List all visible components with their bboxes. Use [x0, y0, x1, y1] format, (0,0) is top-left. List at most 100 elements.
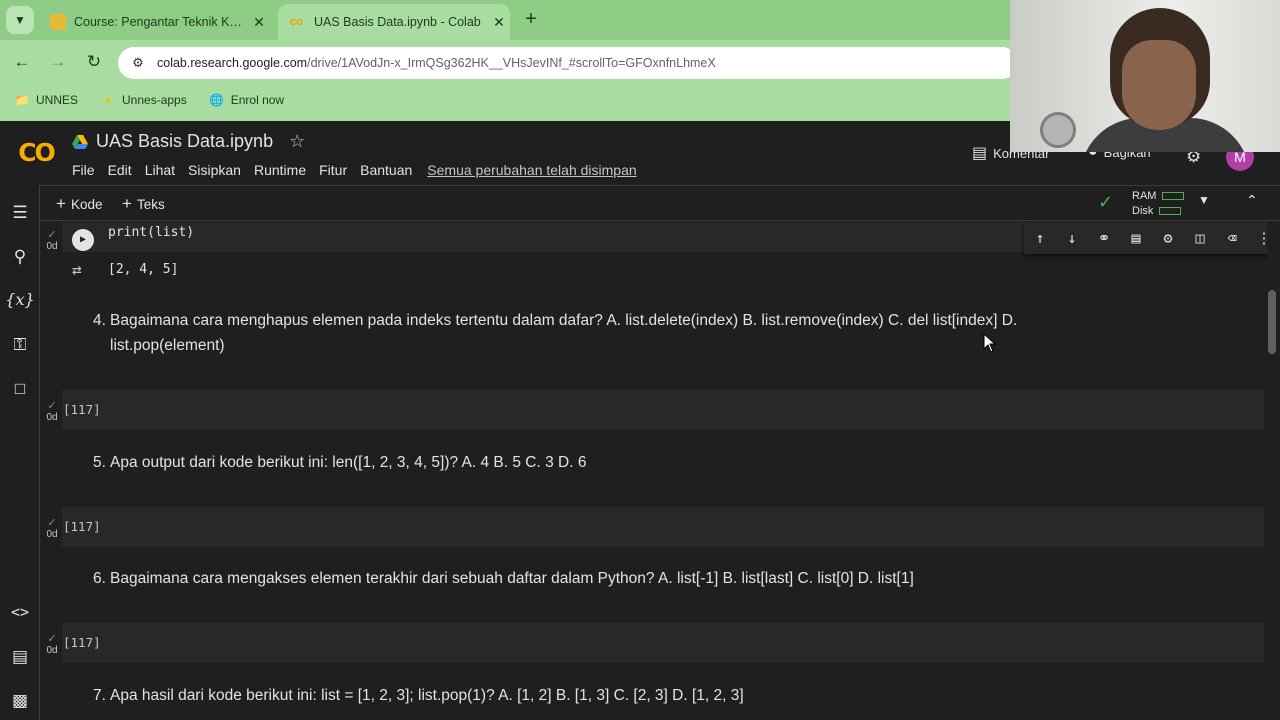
colab-logo[interactable]: CO: [14, 137, 58, 167]
bookmarks-bar: 📁 UNNES ● Unnes-apps 🌐 Enrol now: [0, 88, 1010, 112]
back-button[interactable]: ←: [10, 50, 34, 74]
close-icon[interactable]: ✕: [250, 14, 268, 31]
notebook-title[interactable]: UAS Basis Data.ipynb: [96, 131, 273, 152]
table-of-contents-icon[interactable]: ☰: [0, 203, 40, 223]
command-palette-icon[interactable]: ▤: [0, 647, 40, 667]
cell-toolbar: ↑ ↓ ⚭ ▤ ⚙ ◫ ⌫ ⋮: [1024, 222, 1267, 254]
menu-help[interactable]: Bantuan: [360, 162, 412, 178]
run-cell-button[interactable]: ▶: [72, 229, 94, 251]
reload-button[interactable]: ↻: [82, 50, 106, 74]
bookmark-unnes-apps[interactable]: ● Unnes-apps: [100, 93, 187, 107]
collapse-header-icon[interactable]: ⌃: [1246, 192, 1258, 209]
cell-status: ✓ 0d: [41, 633, 63, 657]
bookmark-label: UNNES: [36, 93, 79, 107]
mouse-cursor-icon: [983, 333, 997, 353]
address-bar[interactable]: ⚙ colab.research.google.com/drive/1AVodJ…: [118, 47, 1018, 79]
close-icon[interactable]: ✕: [490, 14, 508, 31]
star-icon[interactable]: ☆: [289, 131, 305, 152]
notebook-content: ✓ 0d ▶ print(list) ↑ ↓ ⚭ ▤ ⚙ ◫ ⌫ ⋮ ⇄ [2, …: [41, 222, 1267, 720]
question-number: 4.: [93, 312, 106, 329]
cell-status: ✓ 0d: [41, 517, 63, 541]
add-text-button[interactable]: + Teks: [122, 194, 165, 214]
success-check-icon: ✓: [47, 400, 57, 412]
move-down-icon[interactable]: ↓: [1059, 229, 1085, 247]
question-number: 5.: [93, 454, 106, 471]
bookmark-unnes[interactable]: 📁 UNNES: [14, 93, 79, 107]
code-cell[interactable]: [117]: [62, 623, 1264, 663]
plus-icon: +: [122, 194, 132, 213]
left-rail: ☰ ⚲ {x} ⚿ □ <> ▤ ▩: [0, 185, 40, 720]
cell-status: ✓ 0d: [41, 400, 63, 424]
plus-icon: +: [56, 194, 66, 213]
menu-file[interactable]: File: [72, 162, 95, 178]
output-text: [2, 4, 5]: [108, 262, 179, 277]
runtime-dropdown-icon[interactable]: ▼: [1198, 193, 1210, 207]
ram-label: RAM: [1132, 190, 1157, 202]
comment-icon[interactable]: ▤: [1123, 229, 1149, 247]
bookmark-label: Enrol now: [230, 93, 285, 107]
terminal-icon[interactable]: ▩: [0, 691, 40, 711]
execution-count: [117]: [63, 402, 101, 417]
success-check-icon: ✓: [47, 517, 57, 529]
folder-icon: 📁: [14, 93, 30, 107]
text-cell-question-4[interactable]: 4. Bagaimana cara menghapus elemen pada i…: [93, 308, 1243, 358]
search-icon[interactable]: ⚲: [0, 247, 40, 267]
move-up-icon[interactable]: ↑: [1027, 229, 1053, 247]
mirror-cell-icon[interactable]: ◫: [1187, 229, 1213, 247]
link-icon[interactable]: ⚭: [1091, 229, 1117, 247]
variables-icon[interactable]: {x}: [0, 290, 40, 309]
code-cell[interactable]: [117]: [62, 390, 1264, 430]
cell-status: ✓ 0d: [41, 230, 63, 253]
add-code-button[interactable]: + Kode: [56, 194, 102, 214]
vertical-scrollbar[interactable]: [1268, 290, 1276, 354]
webcam-fan: [1040, 112, 1076, 148]
bookmark-enrol-now[interactable]: 🌐 Enrol now: [209, 93, 284, 107]
menu-tools[interactable]: Fitur: [319, 162, 347, 178]
question-number: 7.: [93, 687, 106, 704]
notebook-toolbar: + Kode + Teks ✓ RAM Disk ▼ ⌃: [40, 185, 1280, 221]
comment-icon: ▤: [972, 145, 988, 162]
disk-bar: [1159, 207, 1182, 216]
google-drive-icon[interactable]: [72, 134, 88, 149]
text-cell-question-5[interactable]: 5. Apa output dari kode berikut ini: len(…: [93, 450, 1243, 475]
menu-edit[interactable]: Edit: [108, 162, 132, 178]
disk-label: Disk: [1132, 205, 1154, 217]
question-number: 6.: [93, 570, 106, 587]
question-text: Bagaimana cara mengakses elemen terakhir…: [110, 570, 914, 587]
colab-favicon-icon: co: [290, 16, 303, 28]
tab-course[interactable]: Course: Pengantar Teknik Komp ✕: [38, 4, 276, 40]
forward-button[interactable]: →: [46, 50, 70, 74]
tab-search-button[interactable]: ▼: [6, 6, 34, 34]
secrets-key-icon[interactable]: ⚿: [0, 335, 40, 355]
text-cell-question-7[interactable]: 7. Apa hasil dari kode berikut ini: list …: [93, 683, 1243, 708]
new-tab-button[interactable]: +: [520, 8, 542, 30]
more-options-icon[interactable]: ⋮: [1251, 229, 1268, 247]
resource-monitor[interactable]: RAM Disk: [1132, 189, 1185, 219]
url-text: colab.research.google.com/drive/1AVodJn-…: [157, 56, 716, 70]
output-actions-icon[interactable]: ⇄: [72, 260, 82, 279]
question-text: Apa output dari kode berikut ini: len([1…: [110, 454, 587, 471]
execution-count: [117]: [63, 635, 101, 650]
globe-icon: 🌐: [209, 93, 225, 107]
webcam-person-face: [1122, 40, 1196, 130]
tab-title: Course: Pengantar Teknik Komp: [74, 15, 244, 29]
star-bookmark-icon: ●: [104, 93, 112, 107]
bookmark-label: Unnes-apps: [122, 93, 187, 107]
delete-icon[interactable]: ⌫: [1219, 229, 1245, 247]
settings-gear-icon[interactable]: ⚙: [1155, 229, 1181, 247]
menu-runtime[interactable]: Runtime: [254, 162, 306, 178]
notebook-title-row: UAS Basis Data.ipynb ☆: [72, 131, 305, 152]
save-status-link[interactable]: Semua perubahan telah disimpan: [427, 162, 636, 178]
success-check-icon: ✓: [47, 633, 57, 645]
files-folder-icon[interactable]: □: [0, 379, 40, 399]
code-snippets-icon[interactable]: <>: [0, 603, 40, 621]
menu-insert[interactable]: Sisipkan: [188, 162, 241, 178]
tab-colab[interactable]: co UAS Basis Data.ipynb - Colab ✕: [278, 4, 510, 40]
code-cell[interactable]: [117]: [62, 507, 1264, 547]
text-cell-question-6[interactable]: 6. Bagaimana cara mengakses elemen terakh…: [93, 566, 1243, 591]
menu-view[interactable]: Lihat: [145, 162, 175, 178]
site-info-icon[interactable]: ⚙: [128, 55, 148, 71]
code-cell[interactable]: ▶ print(list) ↑ ↓ ⚭ ▤ ⚙ ◫ ⌫ ⋮: [62, 222, 1267, 254]
code-text[interactable]: print(list): [108, 225, 194, 240]
navigation-row: ← → ↻ ⚙ colab.research.google.com/drive/…: [0, 42, 1018, 82]
